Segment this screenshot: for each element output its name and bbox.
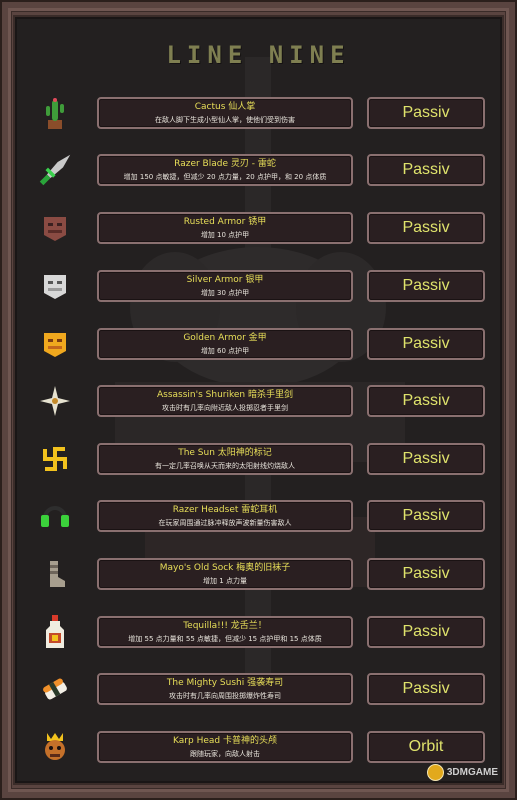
item-info-box[interactable]: Assassin's Shuriken 暗杀手里剑 攻击时有几率向附近敌人投掷忍… [97,385,353,417]
item-info-box[interactable]: Golden Armor 金甲 增加 60 点护甲 [97,328,353,360]
item-name: Cactus 仙人掌 [194,102,256,112]
item-type-badge[interactable]: Passiv [367,500,485,532]
item-row: Golden Armor 金甲 增加 60 点护甲 Passiv [15,325,502,365]
karp-head-icon [38,730,72,764]
item-name: Assassin's Shuriken 暗杀手里剑 [157,390,293,400]
item-type-badge[interactable]: Passiv [367,673,485,705]
item-description: 在敌人脚下生成小型仙人掌，使他们受到伤害 [155,116,295,124]
item-info-box[interactable]: Tequilla!!! 龙舌兰！ 增加 55 点力量和 55 点敏捷，但减少 1… [97,616,353,648]
item-type-badge[interactable]: Passiv [367,385,485,417]
razer-blade-icon [38,153,72,187]
item-name: Razer Headset 雷蛇耳机 [172,505,278,515]
watermark-text: 3DMGAME [446,767,498,778]
item-name: Karp Head 卡普神的头颅 [173,736,277,746]
item-type-badge[interactable]: Passiv [367,154,485,186]
item-type-badge[interactable]: Passiv [367,97,485,129]
item-row: Tequilla!!! 龙舌兰！ 增加 55 点力量和 55 点敏捷，但减少 1… [15,613,502,653]
item-info-box[interactable]: The Mighty Sushi 强袭寿司 攻击时有几率向周围投掷爆炸性寿司 [97,673,353,705]
item-row: Cactus 仙人掌 在敌人脚下生成小型仙人掌，使他们受到伤害 Passiv [15,94,502,134]
item-type-badge[interactable]: Passiv [367,616,485,648]
item-type-badge[interactable]: Passiv [367,270,485,302]
golden-armor-icon [38,327,72,361]
item-type-badge[interactable]: Passiv [367,558,485,590]
item-description: 增加 150 点敏捷，但减少 20 点力量，20 点护甲，和 20 点体质 [123,173,327,181]
item-type-badge[interactable]: Passiv [367,443,485,475]
item-type-badge[interactable]: Passiv [367,212,485,244]
watermark-logo-icon [426,764,444,781]
tequila-bottle-icon [38,615,72,649]
item-info-box[interactable]: Mayo's Old Sock 梅奥的旧袜子 增加 1 点力量 [97,558,353,590]
item-row: Silver Armor 银甲 增加 30 点护甲 Passiv [15,267,502,307]
cactus-icon [38,96,72,130]
item-name: Razer Blade 灵刃 - 雷蛇 [174,159,276,169]
site-watermark: 3DMGAME [426,764,498,781]
item-description: 增加 30 点护甲 [200,289,250,297]
item-row: Rusted Armor 锈甲 增加 10 点护甲 Passiv [15,209,502,249]
silver-armor-icon [38,269,72,303]
item-name: The Sun 太阳神的标记 [178,448,272,458]
item-description: 攻击时有几率向附近敌人投掷忍者手里剑 [162,404,288,412]
item-name: Golden Armor 金甲 [183,333,267,343]
item-description: 增加 55 点力量和 55 点敏捷，但减少 15 点护甲和 15 点体质 [128,635,322,643]
item-info-box[interactable]: The Sun 太阳神的标记 有一定几率召唤从天而来的太阳射线灼烧敌人 [97,443,353,475]
sock-icon [38,557,72,591]
item-row: The Mighty Sushi 强袭寿司 攻击时有几率向周围投掷爆炸性寿司 P… [15,670,502,710]
item-row: Razer Headset 雷蛇耳机 在玩家周围通过脉冲释放声波新量伤害敌人 P… [15,497,502,537]
item-row: The Sun 太阳神的标记 有一定几率召唤从天而来的太阳射线灼烧敌人 Pass… [15,440,502,480]
item-info-box[interactable]: Cactus 仙人掌 在敌人脚下生成小型仙人掌，使他们受到伤害 [97,97,353,129]
sun-symbol-icon [38,442,72,476]
item-type-badge[interactable]: Orbit [367,731,485,763]
shuriken-icon [38,384,72,418]
item-description: 攻击时有几率向周围投掷爆炸性寿司 [169,692,281,700]
item-row: Mayo's Old Sock 梅奥的旧袜子 增加 1 点力量 Passiv [15,555,502,595]
item-list-panel: LINE NINE Cactus 仙人掌 在敌人脚下生成小型仙人掌，使他们受到伤… [15,17,502,783]
item-row: Assassin's Shuriken 暗杀手里剑 攻击时有几率向附近敌人投掷忍… [15,382,502,422]
item-description: 在玩家周围通过脉冲释放声波新量伤害敌人 [158,519,292,527]
item-row: Karp Head 卡普神的头颅 跟随玩家，向敌人射击 Orbit [15,728,502,768]
item-info-box[interactable]: Karp Head 卡普神的头颅 跟随玩家，向敌人射击 [97,731,353,763]
item-info-box[interactable]: Razer Headset 雷蛇耳机 在玩家周围通过脉冲释放声波新量伤害敌人 [97,500,353,532]
item-info-box[interactable]: Razer Blade 灵刃 - 雷蛇 增加 150 点敏捷，但减少 20 点力… [97,154,353,186]
page-title: LINE NINE [166,41,351,69]
rusted-armor-icon [38,211,72,245]
item-name: Silver Armor 银甲 [186,275,264,285]
item-description: 增加 1 点力量 [203,577,247,585]
headset-icon [38,499,72,533]
item-description: 有一定几率召唤从天而来的太阳射线灼烧敌人 [155,462,295,470]
item-info-box[interactable]: Silver Armor 银甲 增加 30 点护甲 [97,270,353,302]
item-name: Rusted Armor 锈甲 [183,217,267,227]
item-name: The Mighty Sushi 强袭寿司 [166,678,284,688]
item-description: 增加 60 点护甲 [200,347,250,355]
item-row: Razer Blade 灵刃 - 雷蛇 增加 150 点敏捷，但减少 20 点力… [15,151,502,191]
item-name: Mayo's Old Sock 梅奥的旧袜子 [159,563,291,573]
item-description: 增加 10 点护甲 [200,231,250,239]
item-name: Tequilla!!! 龙舌兰！ [183,621,267,631]
item-description: 跟随玩家，向敌人射击 [190,750,260,758]
sushi-icon [38,672,72,706]
item-info-box[interactable]: Rusted Armor 锈甲 增加 10 点护甲 [97,212,353,244]
item-type-badge[interactable]: Passiv [367,328,485,360]
